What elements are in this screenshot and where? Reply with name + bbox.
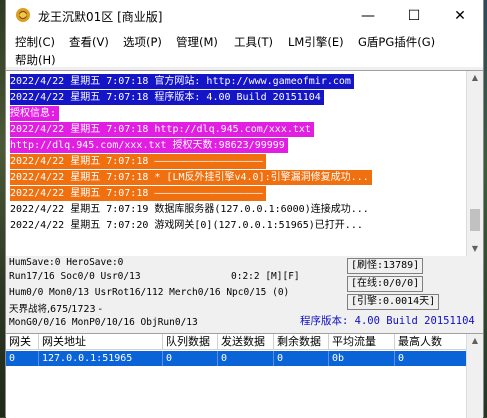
- cell-gateway-address: 127.0.0.1:51965: [39, 351, 163, 366]
- minimize-button[interactable]: —: [345, 0, 391, 31]
- menu-gshield-plugin[interactable]: G盾PG插件(G): [358, 34, 435, 50]
- log-scroll-thumb[interactable]: [470, 209, 480, 231]
- column-header-queue-data[interactable]: 队列数据: [163, 334, 218, 350]
- cell-sent-data: 0: [218, 351, 274, 366]
- scroll-down-arrow-icon[interactable]: ▼: [467, 242, 483, 256]
- cell-queue-data: 0: [163, 351, 218, 366]
- log-line: 2022/4/22 星期五 7:07:20 游戏网关[0](127.0.0.1:…: [10, 220, 363, 231]
- log-scrollbar[interactable]: ▲ ▼: [466, 71, 483, 256]
- log-line: 2022/4/22 星期五 7:07:18 官方网站: http://www.g…: [10, 74, 354, 89]
- column-header-gateway[interactable]: 网关: [6, 334, 39, 350]
- close-icon: ✕: [454, 7, 466, 24]
- time-mode-status: 0:2:2 [M][F]: [231, 271, 300, 282]
- boss-status: 天界战将,675/1723 -: [9, 304, 102, 315]
- minimize-icon: —: [361, 7, 375, 24]
- menu-view[interactable]: 查看(V): [69, 34, 109, 50]
- log-line: 2022/4/22 星期五 7:07:19 数据库服务器(127.0.0.1:6…: [10, 204, 369, 215]
- column-header-max-users[interactable]: 最高人数: [395, 334, 467, 350]
- cell-gateway: 0: [6, 351, 39, 366]
- log-line: 2022/4/22 星期五 7:07:18 ——————————————————: [10, 186, 266, 201]
- table-scrollbar[interactable]: ▲: [466, 334, 483, 418]
- run-status: Run17/16 Soc0/0 Usr0/13: [9, 271, 141, 282]
- status-panel: HumSave:0 HeroSave:0 Run17/16 Soc0/0 Usr…: [6, 256, 483, 331]
- dragon-app-icon: [16, 8, 30, 22]
- engine-uptime: [引擎:0.0014天]: [347, 294, 440, 310]
- online-counter: [在线:0/0/0]: [347, 276, 424, 292]
- log-line: 授权信息:: [10, 106, 60, 121]
- menu-bar: 控制(C) 查看(V) 选项(P) 管理(M) 工具(T) LM引擎(E) G盾…: [6, 31, 483, 67]
- log-line: 2022/4/22 星期五 7:07:18 程序版本: 4.00 Build 2…: [10, 90, 324, 105]
- column-header-remaining-data[interactable]: 剩余数据: [274, 334, 329, 350]
- app-window: 龙王沉默01区 [商业版] — ☐ ✕ 控制(C) 查看(V) 选项(P) 管理…: [5, 0, 484, 418]
- column-header-gateway-address[interactable]: 网关地址: [39, 334, 163, 350]
- hum-save-status: HumSave:0 HeroSave:0: [9, 257, 124, 268]
- refresh-monster-counter: [刷怪:13789]: [347, 258, 424, 274]
- column-header-sent-data[interactable]: 发送数据: [218, 334, 274, 350]
- title-bar[interactable]: 龙王沉默01区 [商业版] — ☐ ✕: [6, 0, 483, 31]
- cell-max-users: 0: [395, 351, 467, 366]
- log-line: 2022/4/22 星期五 7:07:18 ——————————————————: [10, 154, 266, 169]
- menu-lm-engine[interactable]: LM引擎(E): [288, 34, 344, 50]
- menu-tools[interactable]: 工具(T): [234, 34, 273, 50]
- menu-help[interactable]: 帮助(H): [15, 52, 56, 68]
- menu-manage[interactable]: 管理(M): [176, 34, 218, 50]
- maximize-icon: ☐: [407, 7, 421, 24]
- log-panel[interactable]: 2022/4/22 星期五 7:07:18 官方网站: http://www.g…: [6, 70, 483, 257]
- program-version: 程序版本: 4.00 Build 20151104: [300, 315, 475, 327]
- gateway-table: 网关 网关地址 队列数据 发送数据 剩余数据 平均流量 最高人数 0 127.0…: [6, 333, 483, 418]
- log-line: 2022/4/22 星期五 7:07:18 * [LM反外挂引擎v4.0]:引擎…: [10, 170, 372, 185]
- menu-control[interactable]: 控制(C): [15, 34, 55, 50]
- log-line: 2022/4/22 星期五 7:07:18 http://dlq.945.com…: [10, 122, 314, 137]
- scroll-up-arrow-icon[interactable]: ▲: [467, 71, 483, 85]
- column-header-avg-traffic[interactable]: 平均流量: [329, 334, 395, 350]
- maximize-button[interactable]: ☐: [391, 0, 437, 31]
- scroll-up-arrow-icon[interactable]: ▲: [467, 334, 483, 348]
- cell-avg-traffic: 0b: [329, 351, 395, 366]
- mon-obj-status: MonG0/0/16 MonP0/10/16 ObjRun0/13: [9, 317, 198, 328]
- window-title: 龙王沉默01区 [商业版]: [38, 10, 163, 24]
- close-button[interactable]: ✕: [437, 0, 483, 31]
- cell-remaining-data: 0: [274, 351, 329, 366]
- hum-mon-status: Hum0/0 Mon0/13 UsrRot16/112 Merch0/16 Np…: [9, 287, 290, 298]
- table-row[interactable]: 0 127.0.0.1:51965 0 0 0 0b 0: [6, 351, 467, 366]
- log-line: http://dlq.945.com/xxx.txt 授权天数:98623/99…: [10, 138, 288, 153]
- menu-options[interactable]: 选项(P): [123, 34, 162, 50]
